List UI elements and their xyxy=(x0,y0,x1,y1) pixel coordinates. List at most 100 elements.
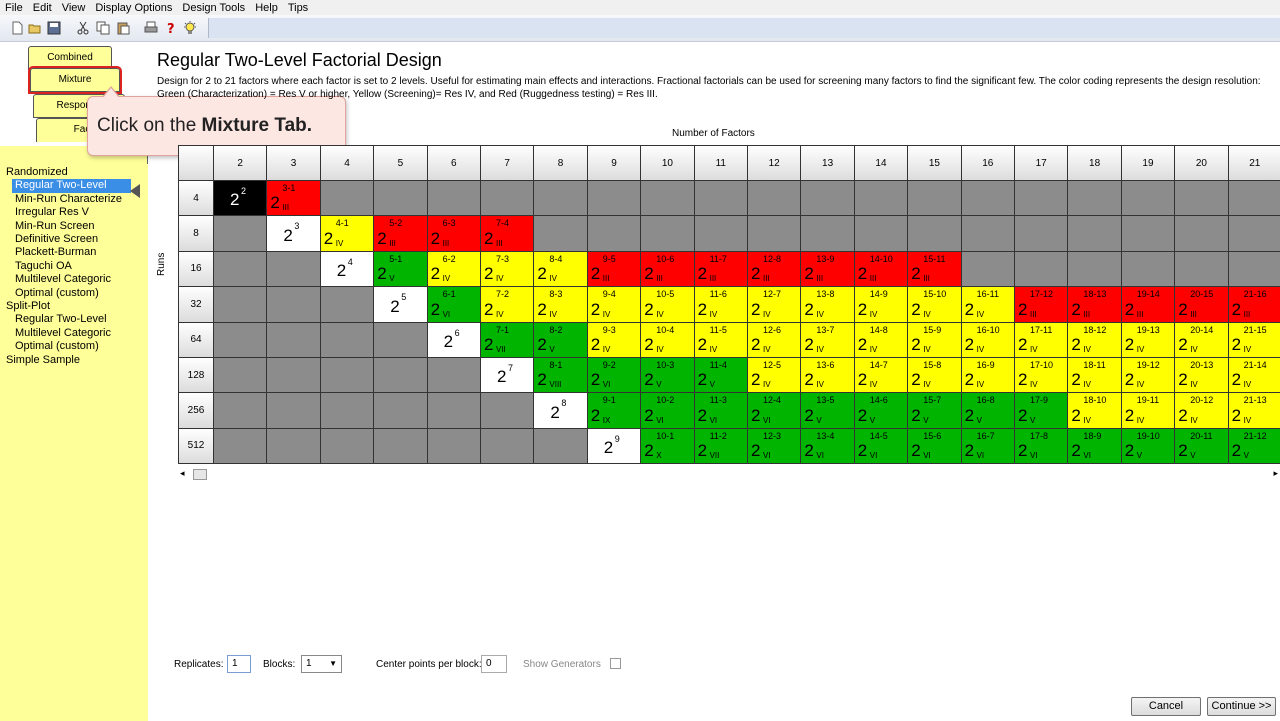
design-list-item[interactable]: Optimal (custom) xyxy=(6,287,136,300)
design-cell[interactable]: 2 17-11 IV xyxy=(1014,321,1069,358)
design-cell[interactable]: 2 18-12 IV xyxy=(1067,321,1122,358)
design-cell[interactable]: 2 17-10 IV xyxy=(1014,357,1069,394)
copy-icon[interactable] xyxy=(96,21,110,35)
design-cell[interactable]: 2 19-11 IV xyxy=(1120,392,1176,429)
design-cell[interactable]: 2 6-3 III xyxy=(426,215,481,252)
new-icon[interactable] xyxy=(10,21,24,35)
design-cell[interactable]: 2 11-7 III xyxy=(693,250,748,288)
print-icon[interactable] xyxy=(144,21,158,35)
design-cell[interactable]: 2 21-13 IV xyxy=(1227,392,1280,429)
design-list-item[interactable]: Simple Sample xyxy=(6,354,136,367)
design-cell[interactable]: 2 7-3 IV xyxy=(480,250,535,288)
design-cell[interactable]: 2 6-2 IV xyxy=(426,250,481,288)
design-cell[interactable]: 2 12-3 VI xyxy=(747,427,802,465)
design-cell[interactable]: 2 13-7 IV xyxy=(800,321,855,358)
menu-help[interactable]: Help xyxy=(250,1,283,15)
design-cell[interactable]: 26 xyxy=(426,321,481,358)
design-cell[interactable]: 2 11-6 IV xyxy=(693,286,748,323)
design-cell[interactable]: 2 5-2 III xyxy=(373,215,428,252)
design-cell[interactable]: 2 12-4 VI xyxy=(747,392,802,429)
design-cell[interactable]: 2 14-7 IV xyxy=(853,357,909,394)
design-list-item[interactable]: Multilevel Categoric xyxy=(6,327,136,340)
show-generators-checkbox[interactable] xyxy=(610,658,621,669)
design-cell[interactable]: 2 15-11 III xyxy=(907,250,962,288)
design-cell[interactable]: 2 9-5 III xyxy=(586,250,642,288)
design-list-item[interactable]: Randomized xyxy=(6,166,136,179)
design-cell[interactable]: 2 9-2 VI xyxy=(586,357,642,394)
design-cell[interactable]: 2 17-9 V xyxy=(1014,392,1069,429)
design-list-item[interactable]: Split-Plot xyxy=(6,300,136,313)
tip-icon[interactable] xyxy=(183,21,197,35)
design-cell[interactable]: 2 9-3 IV xyxy=(586,321,642,358)
design-cell[interactable]: 2 11-2 VII xyxy=(693,427,748,465)
design-list-item[interactable]: Min-Run Characterize xyxy=(6,193,136,206)
design-list-item[interactable]: Multilevel Categoric xyxy=(6,273,136,286)
design-cell[interactable]: 2 19-12 IV xyxy=(1120,357,1176,394)
open-icon[interactable] xyxy=(28,21,42,35)
design-cell[interactable]: 2 12-5 IV xyxy=(747,357,802,394)
design-cell[interactable]: 2 15-6 VI xyxy=(907,427,962,465)
design-cell[interactable]: 2 8-1 VIII xyxy=(533,357,588,394)
design-cell[interactable]: 2 5-1 V xyxy=(373,250,428,288)
tab-combined[interactable]: Combined xyxy=(28,46,112,70)
design-cell[interactable]: 2 19-10 V xyxy=(1120,427,1176,465)
design-list-item[interactable]: Plackett-Burman xyxy=(6,246,136,259)
design-cell[interactable]: 2 18-13 III xyxy=(1067,286,1122,323)
design-cell[interactable]: 2 7-2 IV xyxy=(480,286,535,323)
design-cell[interactable]: 2 12-7 IV xyxy=(747,286,802,323)
design-cell[interactable]: 2 16-10 IV xyxy=(960,321,1015,358)
design-cell[interactable]: 2 20-15 III xyxy=(1174,286,1229,323)
design-cell[interactable]: 2 20-14 IV xyxy=(1174,321,1229,358)
design-list-item[interactable]: Regular Two-Level xyxy=(12,179,131,193)
design-cell[interactable]: 2 13-8 IV xyxy=(800,286,855,323)
left-scrollbar[interactable] xyxy=(139,164,148,721)
design-cell[interactable]: 2 8-4 IV xyxy=(533,250,588,288)
design-cell[interactable]: 2 21-12 V xyxy=(1227,427,1280,465)
design-cell[interactable]: 2 15-9 IV xyxy=(907,321,962,358)
continue-button[interactable]: Continue >> xyxy=(1207,697,1276,716)
center-points-input[interactable]: 0 xyxy=(481,655,507,673)
design-cell[interactable]: 2 21-14 IV xyxy=(1227,357,1280,394)
grid-horizontal-scrollbar[interactable]: ◂ ▸ xyxy=(178,467,1280,481)
design-cell[interactable]: 2 6-1 VI xyxy=(426,286,481,323)
menu-design-tools[interactable]: Design Tools xyxy=(177,1,250,15)
menu-edit[interactable]: Edit xyxy=(28,1,57,15)
paste-icon[interactable] xyxy=(116,21,130,35)
design-cell[interactable]: 2 15-8 IV xyxy=(907,357,962,394)
design-list-item[interactable]: Optimal (custom) xyxy=(6,340,136,353)
design-cell[interactable]: 24 xyxy=(319,250,375,288)
design-cell[interactable]: 2 14-6 V xyxy=(853,392,909,429)
replicates-input[interactable]: 1 xyxy=(227,655,251,673)
menu-view[interactable]: View xyxy=(57,1,91,15)
design-cell[interactable]: 2 13-6 IV xyxy=(800,357,855,394)
design-list-item[interactable]: Taguchi OA xyxy=(6,260,136,273)
design-cell[interactable]: 2 10-2 VI xyxy=(640,392,695,429)
design-cell[interactable]: 2 18-10 IV xyxy=(1067,392,1122,429)
design-cell[interactable]: 2 9-4 IV xyxy=(586,286,642,323)
design-cell[interactable]: 2 7-4 III xyxy=(480,215,535,252)
design-cell[interactable]: 27 xyxy=(480,357,535,394)
scroll-thumb[interactable] xyxy=(193,469,207,480)
design-cell[interactable]: 2 10-5 IV xyxy=(640,286,695,323)
design-cell[interactable]: 2 11-3 VI xyxy=(693,392,748,429)
design-list-item[interactable]: Definitive Screen xyxy=(6,233,136,246)
help-icon[interactable]: ? xyxy=(164,21,178,35)
design-cell[interactable]: 2 8-3 IV xyxy=(533,286,588,323)
save-icon[interactable] xyxy=(47,21,61,35)
blocks-select[interactable]: 1 ▼ xyxy=(301,655,342,673)
design-cell[interactable]: 2 21-16 III xyxy=(1227,286,1280,323)
design-cell[interactable]: 2 10-6 III xyxy=(640,250,695,288)
design-list-item[interactable]: Min-Run Screen xyxy=(6,220,136,233)
design-cell[interactable]: 2 17-12 III xyxy=(1014,286,1069,323)
design-cell[interactable]: 2 13-9 III xyxy=(800,250,855,288)
design-cell[interactable]: 2 10-1 X xyxy=(640,427,695,465)
design-cell[interactable]: 2 15-7 V xyxy=(907,392,962,429)
design-cell[interactable]: 2 20-13 IV xyxy=(1174,357,1229,394)
scroll-left-icon[interactable]: ◂ xyxy=(180,468,185,479)
design-cell[interactable]: 2 3-1 III xyxy=(266,180,321,217)
design-cell[interactable]: 2 14-9 IV xyxy=(853,286,909,323)
design-cell[interactable]: 2 18-9 VI xyxy=(1067,427,1122,465)
cut-icon[interactable] xyxy=(76,21,90,35)
design-cell[interactable]: 2 10-3 V xyxy=(640,357,695,394)
design-cell[interactable]: 2 16-7 VI xyxy=(960,427,1015,465)
